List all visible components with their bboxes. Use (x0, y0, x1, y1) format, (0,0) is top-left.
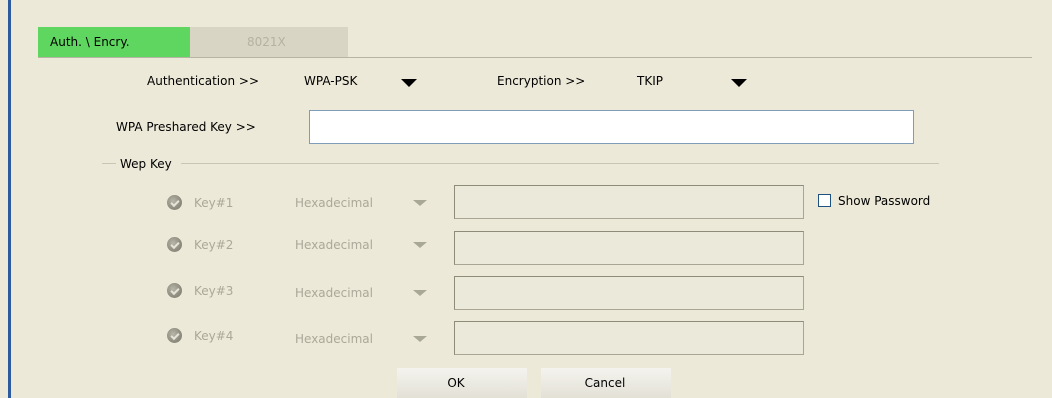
group-border (181, 163, 939, 164)
tab-auth-encry[interactable]: Auth. \ Encry. (38, 27, 190, 57)
key4-input[interactable] (454, 321, 804, 355)
show-password-checkbox[interactable] (818, 194, 831, 207)
key3-format[interactable]: Hexadecimal (295, 286, 373, 300)
wep-key-group-label: Wep Key (120, 157, 172, 171)
authentication-label: Authentication >> (147, 74, 260, 88)
encryption-value: TKIP (637, 74, 663, 88)
chevron-down-icon[interactable] (401, 79, 417, 87)
key4-radio[interactable] (167, 328, 182, 343)
encryption-label: Encryption >> (497, 74, 586, 88)
key2-label: Key#2 (194, 238, 234, 252)
key3-label: Key#3 (194, 284, 234, 298)
wpa-preshared-key-input[interactable] (309, 110, 914, 144)
key1-format[interactable]: Hexadecimal (295, 196, 373, 210)
chevron-down-icon[interactable] (413, 242, 427, 248)
chevron-down-icon[interactable] (413, 200, 427, 206)
cancel-button-label: Cancel (584, 376, 626, 390)
key4-format[interactable]: Hexadecimal (295, 332, 373, 346)
key1-radio[interactable] (167, 195, 182, 210)
authentication-value: WPA-PSK (304, 74, 358, 88)
encryption-dropdown[interactable]: TKIP (631, 68, 751, 92)
authentication-dropdown[interactable]: WPA-PSK (300, 68, 420, 92)
group-border (102, 163, 116, 164)
key3-radio[interactable] (167, 283, 182, 298)
ok-button[interactable]: OK (397, 368, 527, 398)
key2-format[interactable]: Hexadecimal (295, 238, 373, 252)
key4-label: Key#4 (194, 329, 234, 343)
window-left-border (8, 0, 11, 398)
cancel-button[interactable]: Cancel (541, 368, 671, 398)
chevron-down-icon[interactable] (731, 79, 747, 87)
tab-divider (38, 57, 1032, 58)
ok-button-label: OK (447, 376, 465, 390)
key1-input[interactable] (454, 185, 804, 219)
key3-input[interactable] (454, 276, 804, 310)
wpa-preshared-key-label: WPA Preshared Key >> (116, 120, 256, 134)
show-password-label[interactable]: Show Password (838, 194, 930, 208)
chevron-down-icon[interactable] (413, 336, 427, 342)
key2-radio[interactable] (167, 237, 182, 252)
key2-input[interactable] (454, 231, 804, 265)
chevron-down-icon[interactable] (413, 290, 427, 296)
key1-label: Key#1 (194, 196, 234, 210)
tab-8021x[interactable]: 8021X (190, 27, 348, 57)
